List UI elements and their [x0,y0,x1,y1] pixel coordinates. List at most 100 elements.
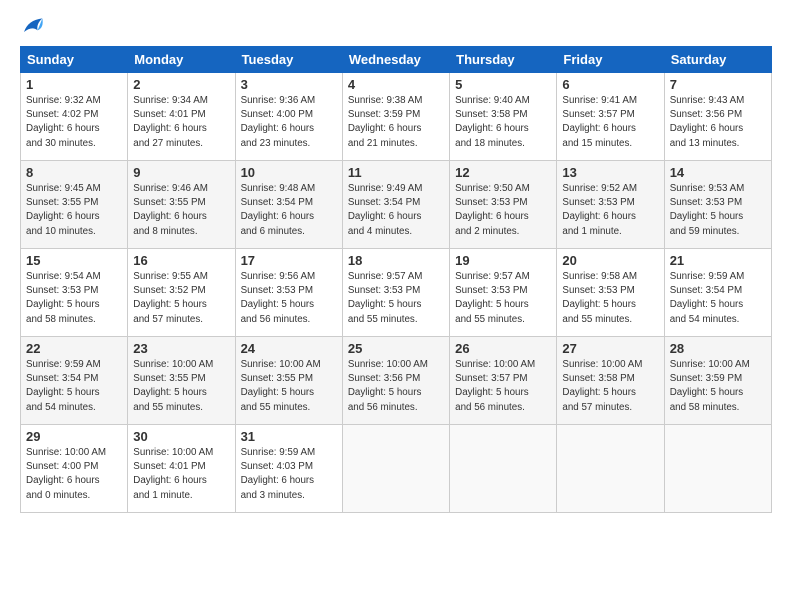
day-number: 7 [670,77,766,92]
day-info: Sunrise: 9:34 AM Sunset: 4:01 PM Dayligh… [133,94,229,151]
day-info: Sunrise: 9:58 AM Sunset: 3:53 PM Dayligh… [562,270,658,327]
calendar-cell: 17Sunrise: 9:56 AM Sunset: 3:53 PM Dayli… [235,249,342,337]
week-row-4: 22Sunrise: 9:59 AM Sunset: 3:54 PM Dayli… [21,337,772,425]
day-number: 26 [455,341,551,356]
calendar-cell: 21 Sunrise: 9:59 AM Sunset: 3:54 PM Dayli… [664,249,771,337]
day-number: 11 [348,165,444,180]
calendar-cell: 10 Sunrise: 9:48 AM Sunset: 3:54 PM Dayli… [235,161,342,249]
col-header-tuesday: Tuesday [235,47,342,73]
week-row-2: 8 Sunrise: 9:45 AM Sunset: 3:55 PM Daylig… [21,161,772,249]
calendar-cell: 23Sunrise: 10:00 AM Sunset: 3:55 PM Dayl… [128,337,235,425]
day-number: 23 [133,341,229,356]
calendar-cell: 22Sunrise: 9:59 AM Sunset: 3:54 PM Dayli… [21,337,128,425]
day-info: Sunrise: 9:55 AM Sunset: 3:52 PM Dayligh… [133,270,229,327]
calendar-cell: 26 Sunrise: 10:00 AM Sunset: 3:57 PM Dayl… [450,337,557,425]
calendar-cell: 29 Sunrise: 10:00 AM Sunset: 4:00 PM Dayl… [21,425,128,513]
calendar-cell: 1Sunrise: 9:32 AM Sunset: 4:02 PM Daylig… [21,73,128,161]
calendar-cell [557,425,664,513]
day-number: 2 [133,77,229,92]
day-info: Sunrise: 9:59 AM Sunset: 3:54 PM Dayligh… [670,270,766,327]
calendar-cell: 12 Sunrise: 9:50 AM Sunset: 3:53 PM Dayli… [450,161,557,249]
calendar-cell: 9 Sunrise: 9:46 AM Sunset: 3:55 PM Daylig… [128,161,235,249]
day-info: Sunrise: 9:53 AM Sunset: 3:53 PM Dayligh… [670,182,766,239]
day-number: 10 [241,165,337,180]
day-number: 15 [26,253,122,268]
calendar-cell: 25 Sunrise: 10:00 AM Sunset: 3:56 PM Dayl… [342,337,449,425]
calendar-cell: 7 Sunrise: 9:43 AM Sunset: 3:56 PM Daylig… [664,73,771,161]
calendar-cell [664,425,771,513]
day-info: Sunrise: 9:41 AM Sunset: 3:57 PM Dayligh… [562,94,658,151]
day-number: 9 [133,165,229,180]
calendar-cell: 14 Sunrise: 9:53 AM Sunset: 3:53 PM Dayli… [664,161,771,249]
day-number: 24 [241,341,337,356]
calendar-table: SundayMondayTuesdayWednesdayThursdayFrid… [20,46,772,513]
page: SundayMondayTuesdayWednesdayThursdayFrid… [0,0,792,612]
day-number: 3 [241,77,337,92]
day-info: Sunrise: 9:59 AM Sunset: 4:03 PM Dayligh… [241,446,337,503]
day-number: 30 [133,429,229,444]
day-info: Sunrise: 10:00 AM Sunset: 3:55 PM Daylig… [241,358,337,415]
col-header-sunday: Sunday [21,47,128,73]
day-info: Sunrise: 9:52 AM Sunset: 3:53 PM Dayligh… [562,182,658,239]
day-number: 8 [26,165,122,180]
day-info: Sunrise: 9:54 AM Sunset: 3:53 PM Dayligh… [26,270,122,327]
day-info: Sunrise: 10:00 AM Sunset: 4:00 PM Daylig… [26,446,122,503]
calendar-cell: 8 Sunrise: 9:45 AM Sunset: 3:55 PM Daylig… [21,161,128,249]
day-info: Sunrise: 10:00 AM Sunset: 3:56 PM Daylig… [348,358,444,415]
calendar-cell: 20 Sunrise: 9:58 AM Sunset: 3:53 PM Dayli… [557,249,664,337]
day-number: 13 [562,165,658,180]
day-number: 25 [348,341,444,356]
calendar-cell [342,425,449,513]
day-number: 14 [670,165,766,180]
col-header-thursday: Thursday [450,47,557,73]
day-number: 18 [348,253,444,268]
day-info: Sunrise: 9:43 AM Sunset: 3:56 PM Dayligh… [670,94,766,151]
day-number: 27 [562,341,658,356]
day-number: 12 [455,165,551,180]
day-number: 6 [562,77,658,92]
day-info: Sunrise: 9:45 AM Sunset: 3:55 PM Dayligh… [26,182,122,239]
day-number: 4 [348,77,444,92]
day-info: Sunrise: 9:56 AM Sunset: 3:53 PM Dayligh… [241,270,337,327]
day-info: Sunrise: 9:49 AM Sunset: 3:54 PM Dayligh… [348,182,444,239]
day-number: 21 [670,253,766,268]
week-row-3: 15 Sunrise: 9:54 AM Sunset: 3:53 PM Dayli… [21,249,772,337]
calendar-cell [450,425,557,513]
day-number: 19 [455,253,551,268]
day-info: Sunrise: 10:00 AM Sunset: 3:58 PM Daylig… [562,358,658,415]
day-info: Sunrise: 9:57 AM Sunset: 3:53 PM Dayligh… [348,270,444,327]
col-header-friday: Friday [557,47,664,73]
calendar-cell: 5 Sunrise: 9:40 AM Sunset: 3:58 PM Daylig… [450,73,557,161]
day-info: Sunrise: 9:32 AM Sunset: 4:02 PM Dayligh… [26,94,122,151]
day-number: 29 [26,429,122,444]
day-info: Sunrise: 10:00 AM Sunset: 3:57 PM Daylig… [455,358,551,415]
day-number: 22 [26,341,122,356]
day-info: Sunrise: 10:00 AM Sunset: 4:01 PM Daylig… [133,446,229,503]
col-header-saturday: Saturday [664,47,771,73]
col-header-monday: Monday [128,47,235,73]
col-header-wednesday: Wednesday [342,47,449,73]
calendar-cell: 19 Sunrise: 9:57 AM Sunset: 3:53 PM Dayli… [450,249,557,337]
calendar-cell: 2 Sunrise: 9:34 AM Sunset: 4:01 PM Daylig… [128,73,235,161]
calendar-header-row: SundayMondayTuesdayWednesdayThursdayFrid… [21,47,772,73]
day-number: 5 [455,77,551,92]
calendar-cell: 15 Sunrise: 9:54 AM Sunset: 3:53 PM Dayli… [21,249,128,337]
day-info: Sunrise: 9:38 AM Sunset: 3:59 PM Dayligh… [348,94,444,151]
day-number: 16 [133,253,229,268]
calendar-cell: 24 Sunrise: 10:00 AM Sunset: 3:55 PM Dayl… [235,337,342,425]
calendar-cell: 28 Sunrise: 10:00 AM Sunset: 3:59 PM Dayl… [664,337,771,425]
day-info: Sunrise: 10:00 AM Sunset: 3:59 PM Daylig… [670,358,766,415]
day-info: Sunrise: 9:50 AM Sunset: 3:53 PM Dayligh… [455,182,551,239]
day-number: 28 [670,341,766,356]
day-info: Sunrise: 9:48 AM Sunset: 3:54 PM Dayligh… [241,182,337,239]
day-number: 20 [562,253,658,268]
day-info: Sunrise: 9:40 AM Sunset: 3:58 PM Dayligh… [455,94,551,151]
day-info: Sunrise: 9:46 AM Sunset: 3:55 PM Dayligh… [133,182,229,239]
logo-bird-icon [20,16,44,36]
calendar-cell: 13 Sunrise: 9:52 AM Sunset: 3:53 PM Dayli… [557,161,664,249]
week-row-5: 29 Sunrise: 10:00 AM Sunset: 4:00 PM Dayl… [21,425,772,513]
day-info: Sunrise: 9:57 AM Sunset: 3:53 PM Dayligh… [455,270,551,327]
logo [20,16,48,36]
day-number: 31 [241,429,337,444]
calendar-cell: 3Sunrise: 9:36 AM Sunset: 4:00 PM Daylig… [235,73,342,161]
